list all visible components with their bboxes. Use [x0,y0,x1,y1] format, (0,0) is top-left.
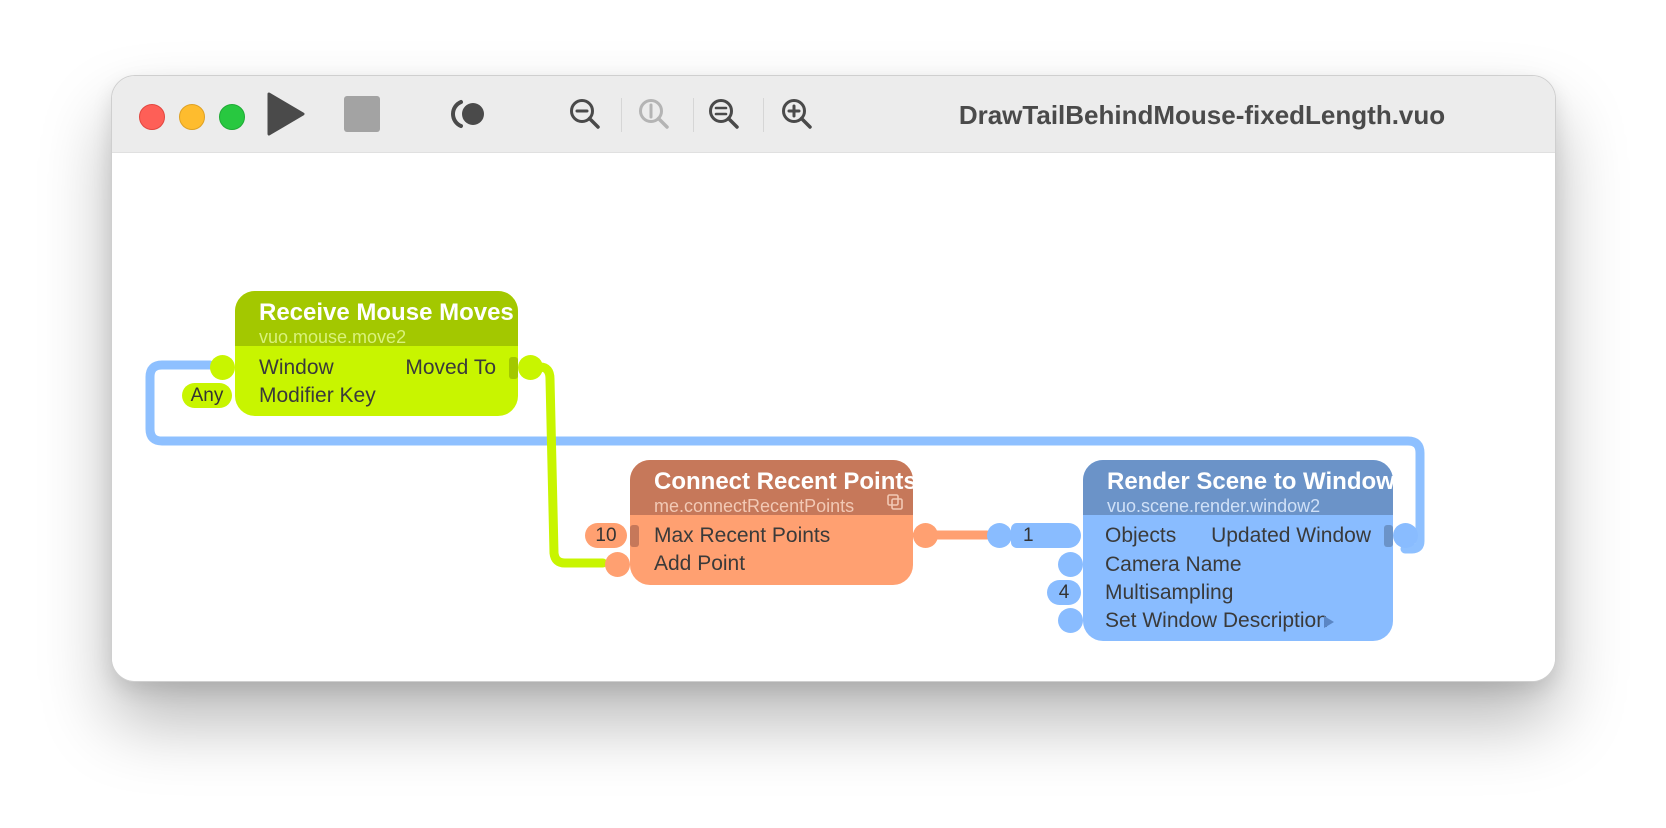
zoom-in-icon [782,99,812,129]
zoom-window-button[interactable] [219,104,245,130]
output-port-updated-window[interactable] [1393,523,1418,548]
expand-details-icon[interactable] [1323,615,1335,629]
node-header: Connect Recent Points me.connectRecentPo… [630,460,917,516]
constant-max-recent-points[interactable]: 10 [585,523,627,548]
zoom-to-fit-button[interactable] [702,92,746,136]
port-label-objects: Objects [1105,524,1177,547]
play-icon [267,92,305,136]
constant-objects[interactable]: 1 [1011,523,1081,548]
node-title: Connect Recent Points [654,468,917,495]
port-label-modifier-key: Modifier Key [259,384,376,407]
minimize-window-button[interactable] [179,104,205,130]
toolbar-separator [621,98,622,132]
zoom-actual-size-icon [639,99,669,129]
toolbar-separator [763,98,764,132]
node-header: Receive Mouse Moves vuo.mouse.move2 [235,291,518,347]
input-port-set-window-description[interactable] [1058,608,1083,633]
document-title: DrawTailBehindMouse-fixedLength.vuo [958,100,1446,130]
port-label-set-window-description: Set Window Description [1105,609,1328,632]
port-label-updated-window: Updated Window [1211,524,1371,547]
output-port-points[interactable] [913,523,938,548]
input-port-window[interactable] [210,355,235,380]
composition-window: DrawTailBehindMouse-fixedLength.vuo Rece… [111,75,1556,682]
zoom-out-icon [570,99,600,129]
port-label-moved-to: Moved To [405,356,496,379]
stop-icon [344,96,380,132]
constant-multisampling[interactable]: 4 [1047,580,1081,605]
node-connect-recent-points[interactable]: Connect Recent Points me.connectRecentPo… [585,460,938,585]
show-events-button[interactable] [449,92,493,136]
node-render-scene-to-window[interactable]: Render Scene to Window vuo.scene.render.… [987,460,1418,641]
output-port-moved-to[interactable] [518,355,543,380]
node-class-name: vuo.mouse.move2 [259,327,407,347]
composition-canvas[interactable]: Receive Mouse Moves vuo.mouse.move2 Wind… [112,153,1555,681]
output-event-tab [509,357,518,379]
port-label-add-point: Add Point [654,552,746,575]
port-label-multisampling: Multisampling [1105,581,1234,604]
node-class-name: me.connectRecentPoints [654,496,855,516]
subcomposition-icon [887,494,903,510]
node-class-name: vuo.scene.render.window2 [1107,496,1321,516]
title-bar: DrawTailBehindMouse-fixedLength.vuo [112,76,1555,153]
input-event-tab [630,525,639,547]
zoom-to-fit-icon [709,99,739,129]
node-receive-mouse-moves[interactable]: Receive Mouse Moves vuo.mouse.move2 Wind… [182,291,543,416]
port-label-camera-name: Camera Name [1105,553,1242,576]
port-label-max-recent-points: Max Recent Points [654,524,831,547]
close-window-button[interactable] [139,104,165,130]
zoom-out-button[interactable] [563,92,607,136]
node-title: Render Scene to Window [1107,468,1395,495]
show-events-icon [451,100,484,128]
toolbar-separator [693,98,694,132]
zoom-in-button[interactable] [775,92,819,136]
input-port-objects[interactable] [987,523,1012,548]
node-header: Render Scene to Window vuo.scene.render.… [1083,460,1395,516]
stop-button[interactable] [340,92,384,136]
output-event-tab [1384,525,1393,547]
input-port-camera-name[interactable] [1058,552,1083,577]
node-title: Receive Mouse Moves [259,299,514,326]
actual-size-button[interactable] [632,92,676,136]
run-button[interactable] [263,92,307,136]
constant-modifier-key[interactable]: Any [182,383,232,408]
input-port-add-point[interactable] [605,552,630,577]
port-label-window: Window [259,356,334,379]
